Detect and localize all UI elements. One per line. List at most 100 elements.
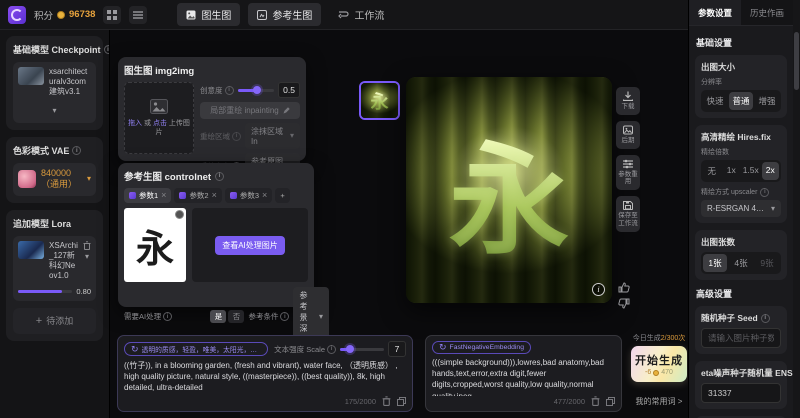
batch-count-card: 出图张数 1张 4张 9张 bbox=[695, 230, 787, 280]
generated-image[interactable]: 永 i bbox=[406, 77, 612, 303]
model-sidebar: 基础模型 Checkpoint xsarchitecturalv3com建筑v3… bbox=[0, 30, 110, 418]
option-fast[interactable]: 快速 bbox=[703, 92, 727, 110]
view-ai-processed-button[interactable]: 查看AI处理图片 bbox=[215, 236, 285, 255]
positive-tag-text: 透明的质感，轻盈，唯美，太阳光，肖像，杰作，最佳质量 bbox=[142, 344, 262, 354]
close-icon[interactable] bbox=[212, 191, 217, 200]
target-icon[interactable] bbox=[175, 210, 184, 219]
generate-button[interactable]: 开始生成 -6 470 bbox=[631, 346, 687, 382]
app-logo-icon[interactable] bbox=[8, 6, 26, 24]
controlnet-tab-2[interactable]: 参数2 bbox=[174, 188, 221, 203]
option-2x[interactable]: 2x bbox=[762, 162, 780, 180]
resolution-options: 快速 普通 增强 bbox=[701, 90, 781, 112]
controlnet-tab-1[interactable]: 参数1 bbox=[124, 188, 171, 203]
controlnet-tab-3[interactable]: 参数3 bbox=[225, 188, 272, 203]
chevron-down-icon[interactable] bbox=[87, 175, 91, 183]
seed-input[interactable] bbox=[701, 328, 781, 348]
plus-icon bbox=[36, 315, 42, 327]
ensd-input[interactable] bbox=[701, 383, 781, 403]
option-enhanced[interactable]: 增强 bbox=[755, 92, 779, 110]
controlnet-source-image[interactable]: 永 bbox=[124, 208, 186, 282]
upscaler-select[interactable]: R-ESRGAN 4x+ (适合多种风 bbox=[701, 200, 781, 217]
batch-count-title: 出图张数 bbox=[701, 236, 781, 248]
negative-prompt-input[interactable]: (((simple background))),lowres,bad anato… bbox=[432, 357, 615, 396]
checkpoint-card[interactable]: xsarchitecturalv3com建筑v3.1 bbox=[13, 62, 96, 123]
hires-scale-options: 无 1x 1.5x 2x bbox=[701, 160, 781, 182]
option-1[interactable]: 1张 bbox=[703, 254, 727, 272]
close-icon[interactable] bbox=[161, 191, 166, 200]
refresh-icon bbox=[131, 345, 139, 354]
negative-tag-pill[interactable]: FastNegativeEmbedding bbox=[432, 341, 531, 354]
cfg-scale-slider[interactable] bbox=[340, 348, 384, 351]
quota-prefix: 今日生成 bbox=[633, 335, 661, 342]
info-icon bbox=[761, 314, 770, 323]
controlnet-unit-icon bbox=[129, 192, 136, 199]
vae-card[interactable]: 840000（通用） bbox=[13, 163, 96, 196]
image-info-icon[interactable]: i bbox=[592, 283, 605, 296]
tab-workflow[interactable]: 工作流 bbox=[329, 3, 393, 26]
points-label: 积分 bbox=[34, 8, 53, 22]
add-lora-button[interactable]: 待添加 bbox=[13, 308, 96, 334]
coin-icon bbox=[57, 11, 65, 19]
reuse-params-button[interactable]: 参数重用 bbox=[616, 155, 640, 191]
scrollbar-thumb[interactable] bbox=[794, 32, 799, 90]
pencil-icon bbox=[283, 107, 290, 114]
expand-icon[interactable] bbox=[606, 397, 615, 406]
inpaint-button[interactable]: 局部重绘 inpainting bbox=[200, 102, 300, 119]
save-to-workflow-button[interactable]: 保存至工作流 bbox=[616, 196, 640, 232]
hires-fix-card: 高清精绘 Hires.fix 精绘倍数 无 1x 1.5x 2x 精绘方式 up… bbox=[695, 125, 787, 223]
download-button[interactable]: 下载 bbox=[616, 87, 640, 115]
post-edit-button[interactable]: 后期 bbox=[616, 121, 640, 149]
option-1x[interactable]: 1x bbox=[723, 162, 741, 180]
controlnet-add-tab[interactable] bbox=[275, 188, 289, 203]
thumbs-up-icon[interactable] bbox=[618, 282, 630, 293]
hires-fix-title: 高清精绘 Hires.fix bbox=[701, 131, 781, 143]
trash-icon[interactable] bbox=[83, 241, 91, 250]
page-scrollbar[interactable] bbox=[793, 0, 800, 418]
cfg-scale-value: 7 bbox=[388, 341, 406, 357]
inpaint-region-select[interactable]: 涂抹区域 In bbox=[245, 123, 300, 149]
yes-button[interactable]: 是 bbox=[210, 310, 226, 323]
positive-prompt-input[interactable]: ((竹子)), in a blooming garden, (fresh and… bbox=[124, 360, 406, 396]
download-icon bbox=[623, 91, 633, 101]
favorite-prompts-link[interactable]: 我的常用词 > bbox=[636, 396, 683, 407]
chevron-down-icon bbox=[771, 205, 775, 213]
lora-card[interactable]: XSArchi_127新科幻Neov1.0 0.80 bbox=[13, 236, 96, 301]
params-sidebar: 参数设置 历史作画 基础设置 出图大小 分辨率 快速 普通 增强 高清精绘 Hi… bbox=[688, 0, 793, 418]
vae-title: 色彩模式 VAE bbox=[13, 144, 96, 157]
gallery-thumbnail-selected[interactable]: 永 bbox=[359, 81, 400, 120]
tab-parameters[interactable]: 参数设置 bbox=[689, 0, 741, 25]
grid-icon[interactable] bbox=[103, 6, 121, 24]
img2img-panel-title: 图生图 img2img bbox=[124, 63, 300, 77]
trash-icon[interactable] bbox=[382, 396, 391, 406]
tab-history[interactable]: 历史作画 bbox=[741, 0, 793, 25]
generate-label: 开始生成 bbox=[635, 352, 683, 368]
close-icon[interactable] bbox=[262, 191, 267, 200]
chevron-down-icon[interactable] bbox=[52, 106, 56, 115]
creativity-slider[interactable] bbox=[238, 89, 275, 92]
tab-img2img[interactable]: 图生图 bbox=[177, 3, 240, 26]
refresh-icon bbox=[439, 343, 447, 352]
thumbs-down-icon[interactable] bbox=[618, 298, 630, 309]
points-badge[interactable]: 积分 96738 bbox=[34, 8, 95, 22]
option-9[interactable]: 9张 bbox=[755, 254, 779, 272]
tab-ref-gen-label: 参考生图 bbox=[272, 7, 312, 22]
menu-icon[interactable] bbox=[129, 6, 147, 24]
option-4[interactable]: 4张 bbox=[729, 254, 753, 272]
lora-weight-slider[interactable] bbox=[18, 290, 72, 293]
cfg-scale-group: 文本强度 Scale 7 bbox=[274, 341, 406, 357]
option-1-5x[interactable]: 1.5x bbox=[742, 162, 760, 180]
chevron-down-icon[interactable] bbox=[85, 253, 89, 261]
info-icon bbox=[327, 345, 336, 354]
no-button[interactable]: 否 bbox=[228, 310, 244, 323]
option-normal[interactable]: 普通 bbox=[729, 92, 753, 110]
controlnet-unit-icon bbox=[230, 192, 237, 199]
expand-icon[interactable] bbox=[397, 397, 406, 406]
image-upload-dropzone[interactable]: 拖入 或 点击 上传图片 bbox=[124, 82, 194, 154]
basic-settings-title: 基础设置 bbox=[696, 36, 787, 49]
checkpoint-title-label: 基础模型 Checkpoint bbox=[13, 43, 101, 56]
tab-ref-gen[interactable]: 参考生图 bbox=[248, 3, 321, 26]
positive-tag-pill[interactable]: 透明的质感，轻盈，唯美，太阳光，肖像，杰作，最佳质量 bbox=[124, 342, 268, 356]
seed-label: 随机种子 Seed bbox=[701, 312, 781, 324]
trash-icon[interactable] bbox=[591, 396, 600, 406]
option-none[interactable]: 无 bbox=[703, 162, 721, 180]
